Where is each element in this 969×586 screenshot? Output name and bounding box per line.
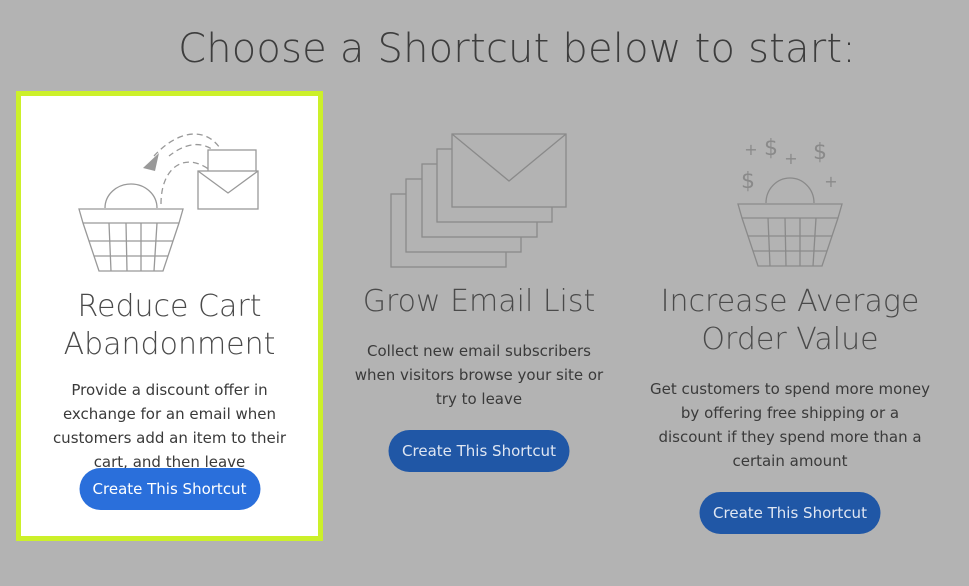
- create-shortcut-button[interactable]: Create This Shortcut: [699, 492, 881, 534]
- svg-text:+: +: [824, 172, 837, 191]
- create-shortcut-button[interactable]: Create This Shortcut: [79, 468, 260, 510]
- page-heading: Choose a Shortcut below to start:: [178, 26, 856, 72]
- shortcut-card-grow-email-list[interactable]: Grow Email List Collect new email subscr…: [329, 91, 629, 541]
- shortcut-card-increase-average-order-value[interactable]: $ $ $ + + + Increase Average Order Value…: [640, 91, 940, 551]
- card-title-line-1: Reduce Cart: [77, 289, 262, 324]
- svg-text:$: $: [764, 136, 778, 161]
- shortcut-card-reduce-cart-abandonment[interactable]: Reduce Cart Abandonment Provide a discou…: [16, 91, 323, 541]
- card-description: Get customers to spend more money by off…: [650, 380, 930, 470]
- card-description: Collect new email subscribers when visit…: [354, 342, 604, 408]
- stacked-envelopes-icon: [390, 133, 567, 268]
- card-description: Provide a discount offer in exchange for…: [52, 381, 287, 471]
- card-title-line-2: Order Value: [701, 322, 879, 357]
- svg-text:$: $: [741, 169, 755, 194]
- svg-text:$: $: [813, 140, 827, 165]
- svg-text:+: +: [744, 140, 757, 159]
- cart-dollars-icon: $ $ $ + + +: [737, 136, 843, 267]
- card-title-line-1: Increase Average: [660, 284, 920, 319]
- card-title: Grow Email List: [362, 284, 596, 319]
- card-title-line-2: Abandonment: [63, 327, 276, 362]
- svg-text:+: +: [784, 149, 797, 168]
- create-shortcut-button[interactable]: Create This Shortcut: [388, 430, 570, 472]
- cart-email-icon: [78, 133, 259, 272]
